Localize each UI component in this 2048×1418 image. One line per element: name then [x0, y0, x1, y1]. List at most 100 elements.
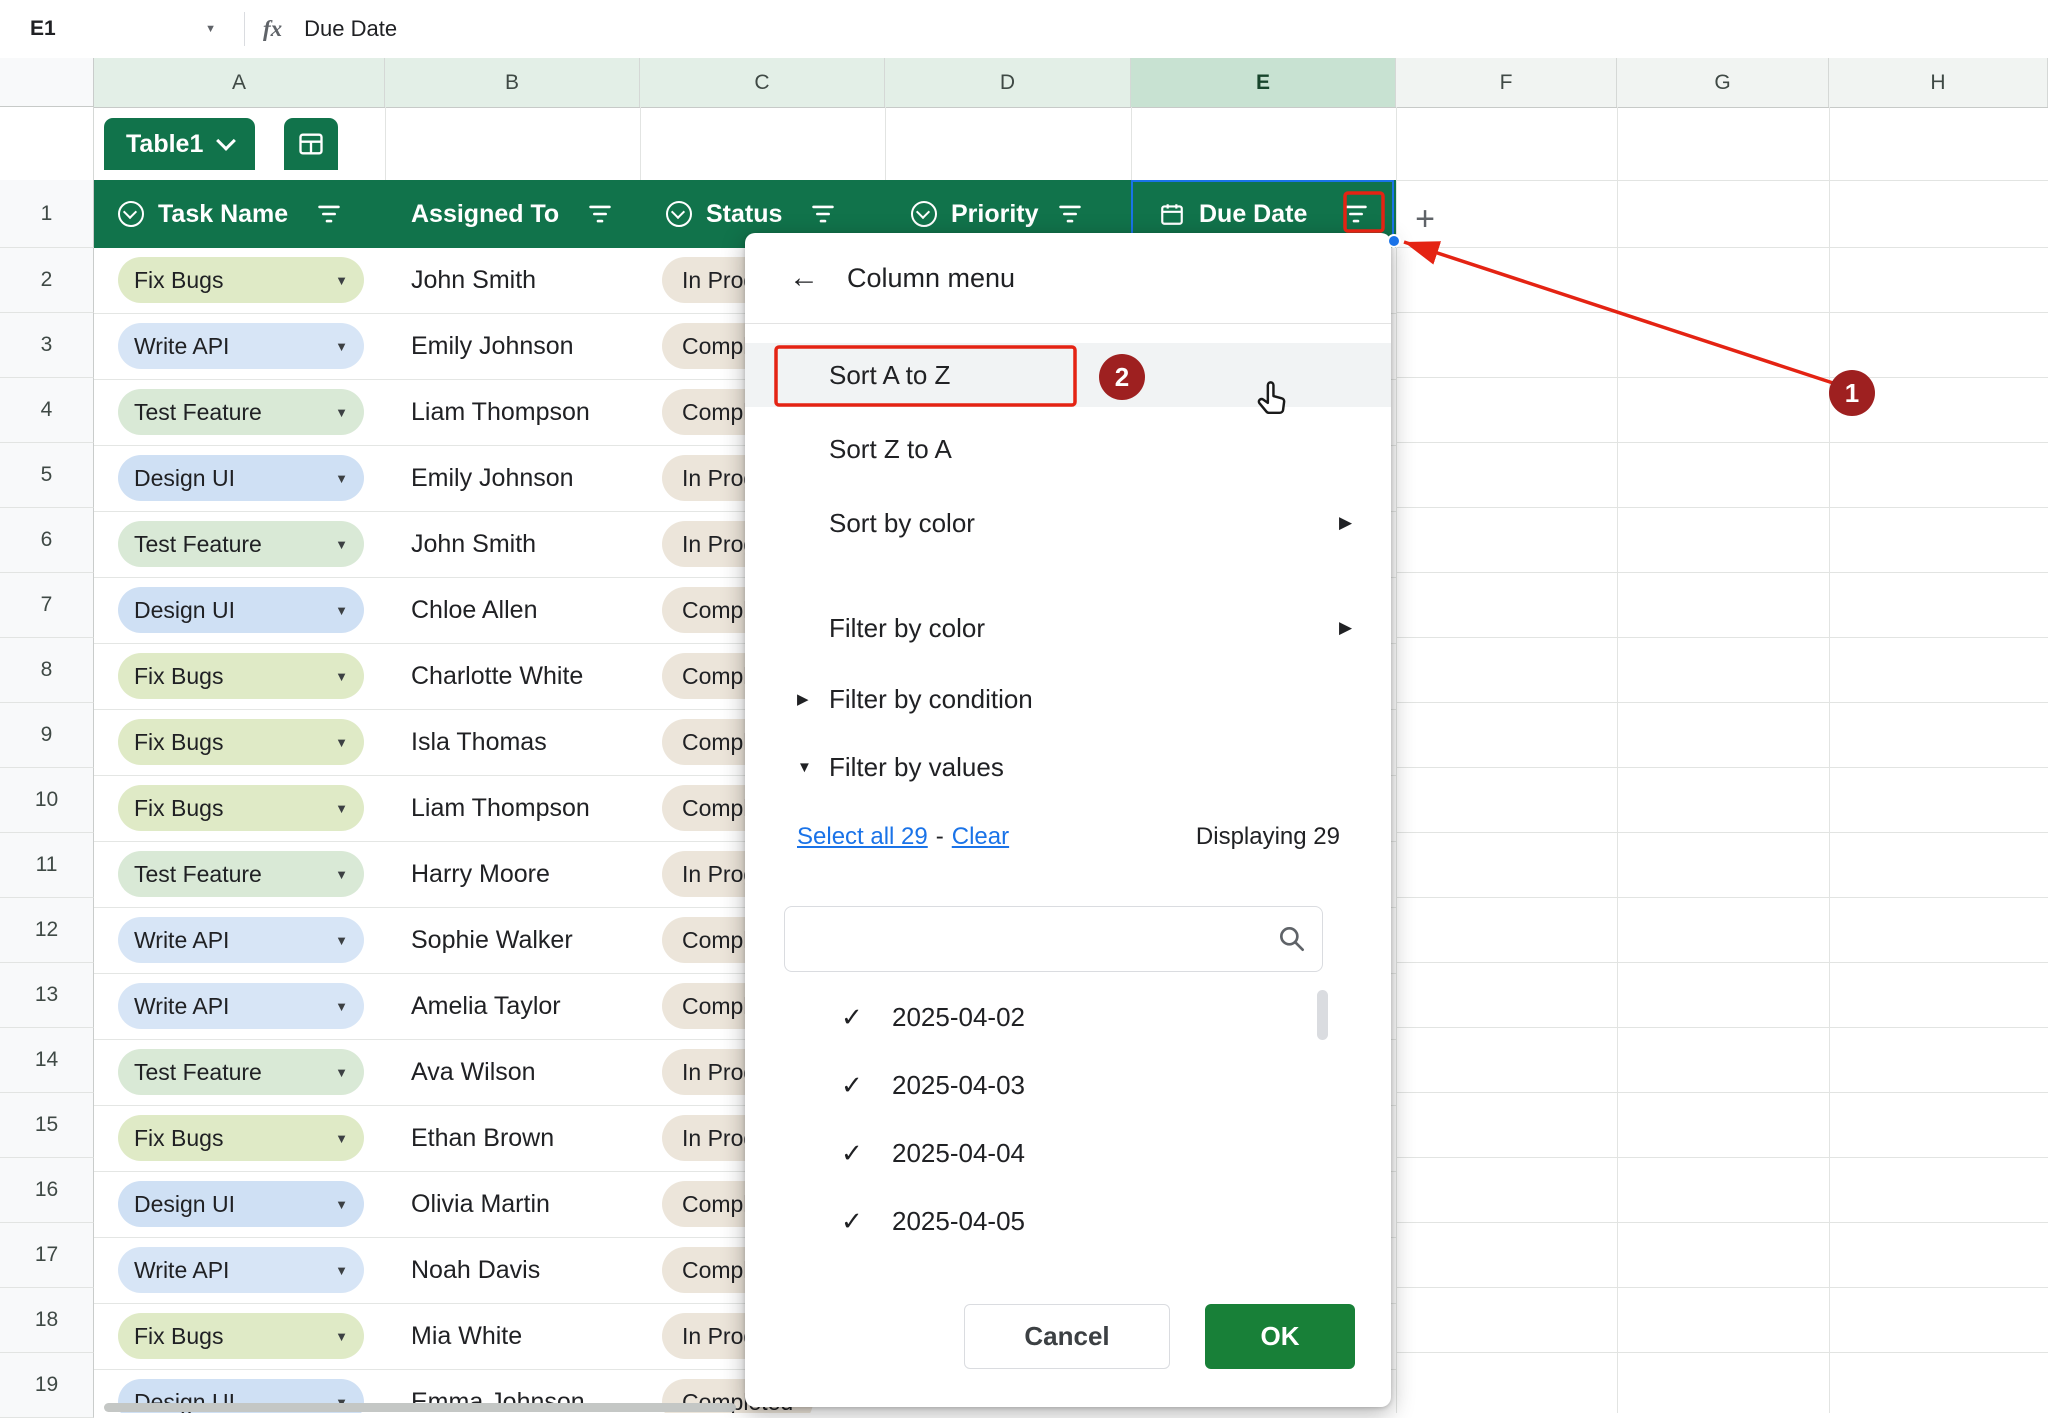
row-header[interactable]: 10 [0, 768, 94, 833]
row-header[interactable]: 16 [0, 1158, 94, 1223]
name-box[interactable]: E1 ▼ [0, 0, 226, 58]
filter-value-item[interactable]: ✓ 2025-04-03 [745, 1051, 1391, 1119]
assignee-cell[interactable]: Isla Thomas [411, 710, 547, 775]
task-chip[interactable]: Fix Bugs▼ [118, 653, 364, 699]
name-box-dropdown-icon[interactable]: ▼ [205, 23, 216, 35]
row-header[interactable]: 17 [0, 1223, 94, 1288]
column-header[interactable]: B [385, 58, 640, 107]
task-chip[interactable]: Test Feature▼ [118, 389, 364, 435]
row-header[interactable]: 2 [0, 248, 94, 313]
row-header[interactable]: 19 [0, 1353, 94, 1418]
row-header[interactable]: 11 [0, 833, 94, 898]
filter-icon[interactable] [587, 201, 613, 227]
column-header[interactable]: H [1829, 58, 2048, 107]
column-header-selected[interactable]: E [1131, 58, 1396, 107]
row-header[interactable]: 12 [0, 898, 94, 963]
row-header[interactable]: 18 [0, 1288, 94, 1353]
back-icon[interactable]: ← [789, 261, 819, 295]
row-header[interactable]: 1 [0, 180, 94, 248]
assignee-cell[interactable]: Harry Moore [411, 842, 550, 907]
assignee-cell[interactable]: Amelia Taylor [411, 974, 561, 1039]
fill-handle[interactable] [1387, 234, 1401, 248]
filter-value-item[interactable]: ✓ 2025-04-05 [745, 1187, 1391, 1255]
select-all-link[interactable]: Select all 29 [797, 823, 928, 851]
task-chip[interactable]: Design UI▼ [118, 587, 364, 633]
row-header[interactable]: 3 [0, 313, 94, 378]
column-header[interactable]: G [1617, 58, 1829, 107]
menu-item-filter-by-condition[interactable]: ▶ Filter by condition [745, 667, 1391, 731]
row-header[interactable]: 15 [0, 1093, 94, 1158]
ok-button[interactable]: OK [1205, 1304, 1355, 1369]
task-chip[interactable]: Fix Bugs▼ [118, 719, 364, 765]
task-chip[interactable]: Design UI▼ [118, 455, 364, 501]
assignee-cell[interactable]: John Smith [411, 512, 536, 577]
row-header[interactable]: 6 [0, 508, 94, 573]
row-header[interactable]: 5 [0, 443, 94, 508]
select-links: Select all 29 - Clear [797, 813, 1009, 861]
filter-value-item[interactable]: ✓ 2025-04-02 [745, 983, 1391, 1051]
assignee-cell[interactable]: John Smith [411, 248, 536, 313]
task-chip[interactable]: Test Feature▼ [118, 521, 364, 567]
filter-icon-due-date[interactable] [1343, 201, 1369, 227]
task-chip[interactable]: Write API▼ [118, 323, 364, 369]
assignee-cell[interactable]: Chloe Allen [411, 578, 537, 643]
assignee-cell[interactable]: Olivia Martin [411, 1172, 550, 1237]
assignee-cell[interactable]: Noah Davis [411, 1238, 540, 1303]
assignee-cell[interactable]: Emily Johnson [411, 314, 574, 379]
row-header[interactable]: 4 [0, 378, 94, 443]
task-chip[interactable]: Fix Bugs▼ [118, 785, 364, 831]
row-header[interactable]: 13 [0, 963, 94, 1028]
task-chip[interactable]: Test Feature▼ [118, 851, 364, 897]
assignee-cell[interactable]: Sophie Walker [411, 908, 573, 973]
table-name-button[interactable]: Table1 [104, 118, 255, 170]
row-header[interactable]: 8 [0, 638, 94, 703]
assignee-cell[interactable]: Ava Wilson [411, 1040, 536, 1105]
menu-item-sort-by-color[interactable]: Sort by color ▶ [745, 491, 1391, 555]
filter-icon[interactable] [316, 201, 342, 227]
assignee-cell[interactable]: Liam Thompson [411, 776, 590, 841]
column-header[interactable]: C [640, 58, 885, 107]
assignee-cell[interactable]: Emily Johnson [411, 446, 574, 511]
task-chip[interactable]: Fix Bugs▼ [118, 257, 364, 303]
task-chip[interactable]: Fix Bugs▼ [118, 1313, 364, 1359]
column-header[interactable]: D [885, 58, 1131, 107]
menu-item-label: Sort Z to A [829, 434, 952, 465]
horizontal-scrollbar[interactable] [104, 1403, 736, 1412]
assignee-cell[interactable]: Charlotte White [411, 644, 583, 709]
clear-link[interactable]: Clear [952, 823, 1009, 851]
task-chip[interactable]: Test Feature▼ [118, 1049, 364, 1095]
select-all-corner[interactable] [0, 58, 94, 107]
filter-value-item[interactable]: ✓ 2025-04-04 [745, 1119, 1391, 1187]
row-header[interactable]: 7 [0, 573, 94, 638]
task-chip[interactable]: Write API▼ [118, 1247, 364, 1293]
table-header-task-name[interactable]: Task Name [94, 180, 385, 248]
row-header[interactable]: 14 [0, 1028, 94, 1093]
task-chip[interactable]: Write API▼ [118, 917, 364, 963]
task-chip[interactable]: Design UI▼ [118, 1181, 364, 1227]
assignee-cell[interactable]: Mia White [411, 1304, 522, 1369]
search-input[interactable] [785, 907, 1322, 971]
add-column-button[interactable]: + [1404, 198, 1446, 240]
filter-icon[interactable] [1057, 201, 1083, 227]
column-header[interactable]: F [1396, 58, 1617, 107]
filter-icon[interactable] [810, 201, 836, 227]
column-header[interactable]: A [94, 58, 385, 107]
assignee-cell[interactable]: Ethan Brown [411, 1106, 554, 1171]
menu-item-sort-a-to-z[interactable]: Sort A to Z [745, 343, 1391, 407]
assignee-cell[interactable]: Liam Thompson [411, 380, 590, 445]
table-header-assigned-to[interactable]: Assigned To [385, 180, 640, 248]
link-separator: - [936, 823, 944, 851]
task-chip[interactable]: Fix Bugs▼ [118, 1115, 364, 1161]
scrollbar-thumb[interactable] [1317, 990, 1328, 1040]
submenu-arrow-icon: ▶ [1339, 513, 1352, 533]
menu-item-sort-z-to-a[interactable]: Sort Z to A [745, 417, 1391, 481]
formula-input[interactable]: Due Date [304, 16, 397, 42]
check-icon: ✓ [841, 1119, 863, 1187]
row-header[interactable]: 9 [0, 703, 94, 768]
task-chip[interactable]: Write API▼ [118, 983, 364, 1029]
menu-item-filter-by-color[interactable]: Filter by color ▶ [745, 596, 1391, 660]
cancel-button[interactable]: Cancel [964, 1304, 1170, 1369]
menu-item-filter-by-values[interactable]: ▼ Filter by values [745, 735, 1391, 799]
table-options-button[interactable] [284, 118, 338, 170]
chevron-down-icon: ▼ [335, 471, 348, 486]
